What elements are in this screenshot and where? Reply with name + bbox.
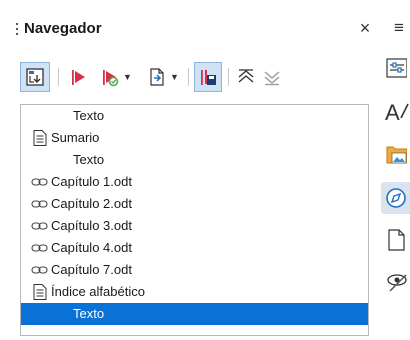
content-view-toggle-button[interactable]	[20, 62, 50, 92]
navigate-prev-icon	[72, 70, 85, 85]
promote-chapter-icon	[238, 69, 254, 83]
svg-text:A: A	[385, 100, 400, 124]
tree-item-label: Texto	[73, 306, 105, 321]
tree-item[interactable]: Texto	[21, 105, 368, 127]
tree-item[interactable]: Índice alfabético	[21, 281, 368, 303]
link-icon	[31, 266, 48, 274]
navigator-toolbar: ▼ ▼	[20, 62, 360, 94]
navigator-tree[interactable]: Texto Sumario Texto Capítulo 1.odt Capít…	[20, 104, 369, 336]
toolbar-separator	[188, 68, 189, 86]
toolbar-separator	[228, 68, 229, 86]
page-icon	[388, 229, 405, 251]
link-icon	[31, 244, 48, 252]
tree-item[interactable]: Sumario	[21, 127, 368, 149]
tree-item-label: Texto	[73, 108, 105, 123]
demote-chapter-icon	[264, 71, 280, 86]
tree-item[interactable]: Capítulo 4.odt	[21, 237, 368, 259]
promote-chapter-button[interactable]	[234, 62, 258, 92]
panel-titlebar: Navegador ×	[0, 0, 372, 54]
save-contents-as-icon	[201, 70, 216, 85]
sidebar-tab-style-inspector[interactable]	[381, 266, 410, 298]
chevron-down-icon: ▼	[123, 72, 132, 82]
panel-title: Navegador	[24, 20, 102, 37]
save-contents-as-button[interactable]	[194, 62, 222, 92]
styles-icon: A	[385, 100, 409, 124]
sidebar-menu-button[interactable]: ≡	[394, 18, 404, 38]
style-inspector-icon	[387, 274, 407, 292]
drag-mode-icon	[150, 68, 164, 86]
drag-mode-button[interactable]: ▼	[142, 62, 184, 92]
tree-item[interactable]: Texto	[21, 149, 368, 171]
navigator-deck: Navegador × ▼ ▼ Texto Sumario Texto Capí…	[0, 0, 410, 340]
index-document-icon	[33, 130, 47, 146]
properties-icon	[386, 58, 407, 78]
tree-item-label: Índice alfabético	[51, 284, 145, 299]
demote-chapter-button[interactable]	[260, 62, 284, 92]
sidebar-tab-page[interactable]	[381, 224, 410, 256]
tree-item-label: Capítulo 1.odt	[51, 174, 132, 189]
tree-item-label: Capítulo 3.odt	[51, 218, 132, 233]
navigate-next-icon	[103, 70, 119, 87]
sidebar-tab-gallery[interactable]	[381, 138, 410, 170]
tree-item-label: Sumario	[51, 130, 100, 145]
tree-item-label: Capítulo 2.odt	[51, 196, 132, 211]
tree-item-label: Texto	[73, 152, 105, 167]
tree-item[interactable]: Capítulo 3.odt	[21, 215, 368, 237]
tree-item-label: Capítulo 4.odt	[51, 240, 132, 255]
sidebar-tab-properties[interactable]	[381, 52, 410, 84]
link-icon	[31, 200, 48, 208]
drag-grip-icon[interactable]	[16, 23, 18, 37]
tree-item[interactable]: Capítulo 7.odt	[21, 259, 368, 281]
navigate-next-button[interactable]: ▼	[94, 62, 138, 92]
chevron-down-icon: ▼	[170, 72, 179, 82]
toolbar-separator	[58, 68, 59, 86]
gallery-icon	[386, 146, 407, 164]
index-document-icon	[33, 284, 47, 300]
tree-item[interactable]: Capítulo 1.odt	[21, 171, 368, 193]
navigate-prev-button[interactable]	[66, 62, 92, 92]
navigator-icon	[386, 188, 406, 208]
content-view-toggle-icon	[26, 68, 44, 86]
link-icon	[31, 222, 48, 230]
tree-item-selected[interactable]: Texto	[21, 303, 368, 325]
sidebar-tab-navigator[interactable]	[381, 182, 410, 214]
tree-item[interactable]: Capítulo 2.odt	[21, 193, 368, 215]
link-icon	[31, 178, 48, 186]
tree-item-label: Capítulo 7.odt	[51, 262, 132, 277]
sidebar-tab-styles[interactable]: A	[381, 95, 410, 127]
